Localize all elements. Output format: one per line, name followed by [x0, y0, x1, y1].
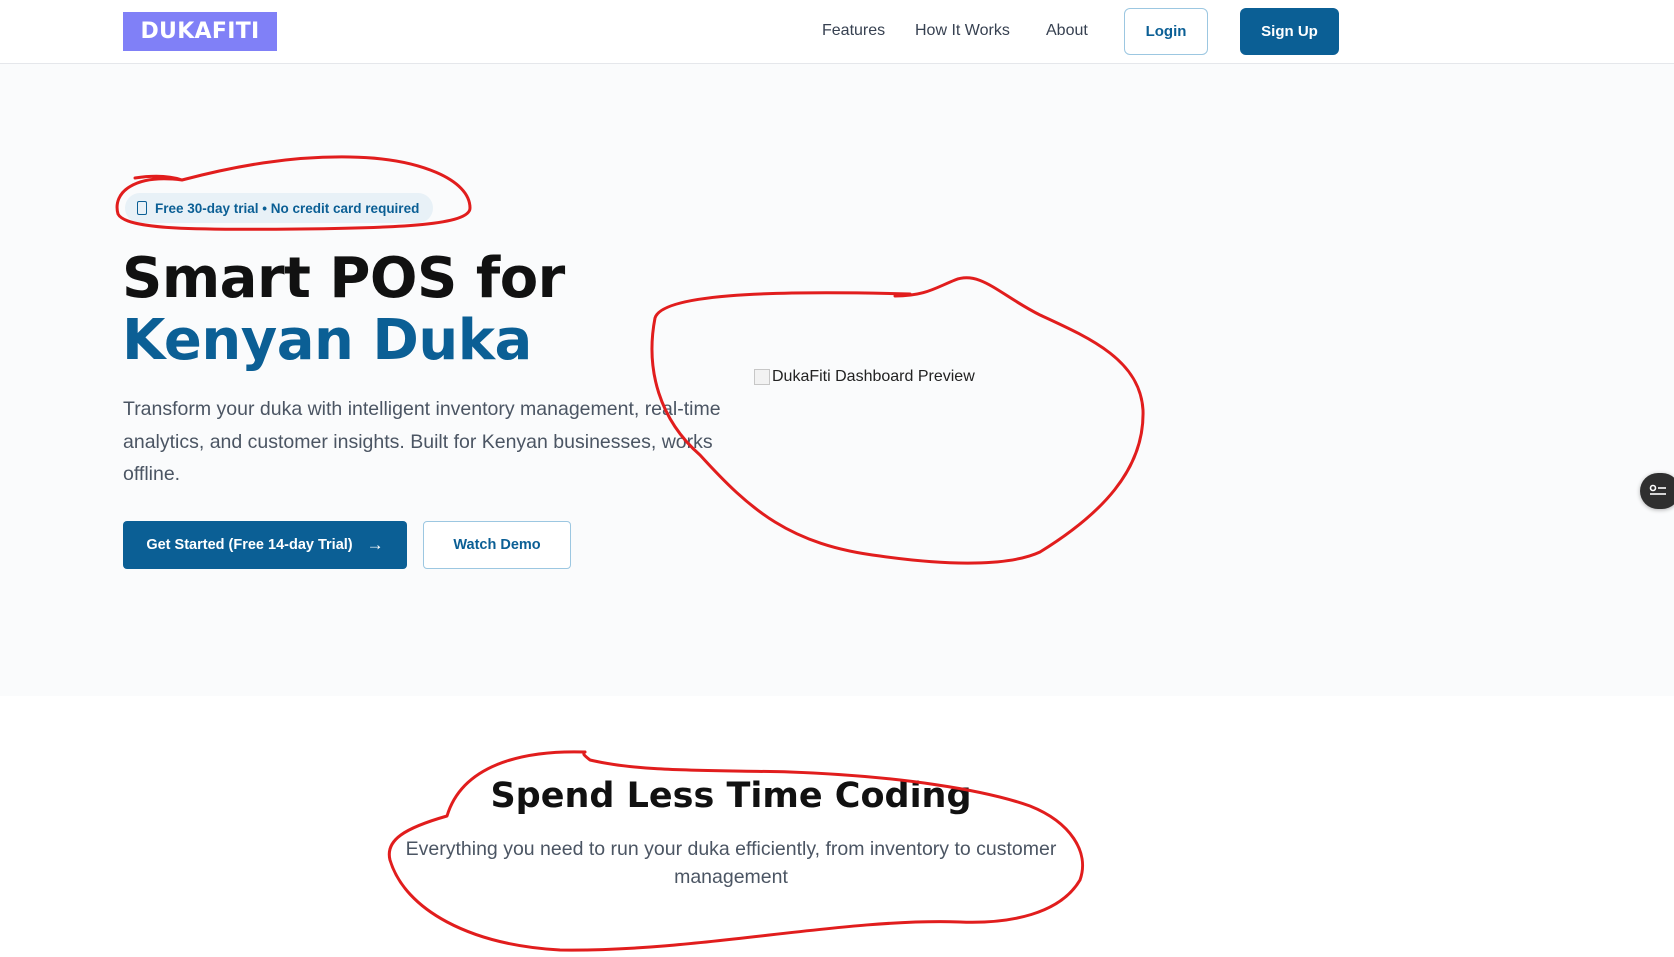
broken-image-icon [754, 369, 770, 385]
headline-line-2: Kenyan Duka [122, 308, 532, 373]
watch-demo-button[interactable]: Watch Demo [423, 521, 571, 569]
trial-badge: Free 30-day trial • No credit card requi… [125, 193, 434, 223]
trial-badge-text: Free 30-day trial • No credit card requi… [155, 200, 420, 216]
top-navbar: DUKAFITI Features How It Works About Log… [0, 0, 1674, 64]
arrow-right-icon: → [366, 535, 384, 554]
side-floating-button[interactable] [1640, 473, 1674, 509]
nav-link-about[interactable]: About [1046, 22, 1088, 40]
nav-link-features[interactable]: Features [822, 22, 885, 40]
dashboard-preview-alt-text: DukaFiti Dashboard Preview [772, 368, 975, 385]
hero-headline: Smart POS for Kenyan Duka [122, 248, 565, 372]
sign-up-button[interactable]: Sign Up [1240, 8, 1339, 55]
nav-link-how-it-works[interactable]: How It Works [915, 22, 1010, 40]
logo[interactable]: DUKAFITI [123, 12, 277, 51]
headline-line-1: Smart POS for [122, 246, 565, 311]
features-section-title: Spend Less Time Coding [490, 776, 972, 816]
list-toggle-icon [1649, 484, 1666, 495]
get-started-button[interactable]: Get Started (Free 14-day Trial) → [123, 521, 407, 569]
login-button[interactable]: Login [1124, 8, 1208, 55]
get-started-label: Get Started (Free 14-day Trial) [146, 537, 353, 553]
features-section-subtitle: Everything you need to run your duka eff… [405, 838, 1057, 888]
smartphone-icon [137, 201, 147, 215]
hero-description: Transform your duka with intelligent inv… [123, 398, 721, 485]
dashboard-preview-image: DukaFiti Dashboard Preview [754, 368, 1314, 428]
